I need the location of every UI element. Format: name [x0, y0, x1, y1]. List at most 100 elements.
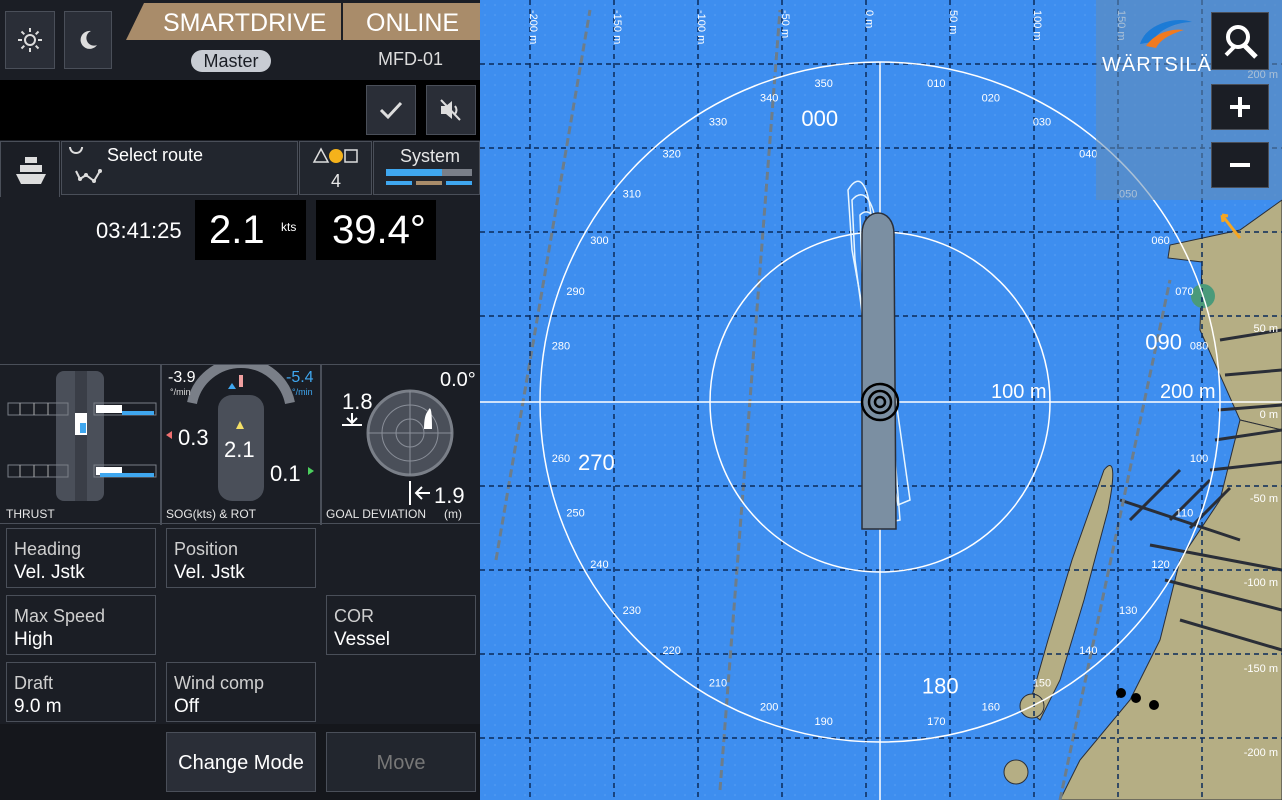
title-bar: SMARTDRIVE ONLINE	[126, 3, 480, 40]
acknowledge-button[interactable]	[366, 85, 416, 135]
tab-system[interactable]: System	[373, 141, 480, 195]
chart-map[interactable]: 0100200300400500600700801001101201301401…	[480, 0, 1282, 800]
mode-position[interactable]: Position Vel. Jstk	[166, 528, 316, 588]
bearing-label: 060	[1151, 235, 1169, 247]
route-icon	[69, 147, 102, 183]
right-tick-label: 0 m	[1260, 409, 1278, 421]
sog-value: 2.1	[224, 437, 255, 462]
goal-depth-value: 1.8	[342, 389, 373, 414]
top-tick-label: 50 m	[947, 10, 959, 34]
mode-cor[interactable]: COR Vessel	[326, 595, 476, 655]
ring-label-small: 100 m	[991, 381, 1047, 403]
speed-display: 2.1 kts	[195, 200, 306, 260]
speed-unit: kts	[281, 220, 297, 234]
bearing-label: 230	[623, 605, 641, 617]
station-label: MFD-01	[378, 49, 444, 69]
bearing-label: 190	[815, 716, 833, 728]
bearing-label: 120	[1151, 559, 1169, 571]
night-mode-button[interactable]	[64, 11, 112, 69]
ship-icon	[16, 157, 46, 184]
bearing-label: 340	[760, 92, 778, 104]
goal-angle-value: 0.0°	[440, 369, 476, 391]
vessel-shape[interactable]	[861, 212, 897, 530]
connection-status: ONLINE	[366, 9, 460, 37]
brand-label: SMARTDRIVE	[163, 9, 327, 37]
moon-icon	[80, 30, 97, 49]
wartsila-logo-icon	[1140, 20, 1192, 48]
top-tick-label: 0 m	[863, 10, 875, 28]
goal-lateral-value: 1.9	[434, 483, 465, 508]
bearing-label: 110	[1176, 508, 1194, 520]
speed-value: 2.1	[209, 208, 265, 252]
sun-icon	[18, 28, 42, 52]
target-count: 4	[331, 171, 342, 191]
right-tick-label: -100 m	[1244, 577, 1278, 589]
tab-vessel[interactable]	[0, 141, 60, 197]
rot-right-value: -5.4	[286, 369, 314, 386]
sog-rot-label: SOG(kts) & ROT	[166, 507, 256, 521]
top-tick-label: -50 m	[779, 10, 791, 38]
bearing-label: 200	[760, 701, 778, 713]
control-panel: SMARTDRIVE ONLINE Master MFD-01 Select r…	[0, 0, 480, 800]
right-tick-label: -150 m	[1244, 663, 1278, 675]
tab-targets[interactable]: 4	[299, 141, 372, 195]
tab-route[interactable]: Select route	[61, 141, 298, 195]
route-label: Select route	[107, 145, 204, 165]
bearing-label: 070	[1175, 286, 1193, 298]
mute-button[interactable]	[426, 85, 476, 135]
bearing-label: 310	[623, 189, 641, 201]
bearing-label: 150	[1033, 677, 1051, 689]
bearing-label: 030	[1033, 116, 1051, 128]
system-status-bar	[386, 169, 472, 176]
ring-label-big: 200 m	[1160, 381, 1216, 403]
cardinal-label: 000	[801, 106, 838, 131]
bearing-label: 100	[1190, 453, 1208, 465]
zoom-in-button[interactable]	[1211, 84, 1269, 130]
system-label: System	[400, 146, 461, 166]
rot-unit-right: °/min	[292, 387, 313, 397]
right-tick-label: 50 m	[1254, 323, 1278, 335]
mode-max-speed[interactable]: Max Speed High	[6, 595, 156, 655]
bearing-label: 260	[552, 453, 570, 465]
change-mode-button[interactable]: Change Mode	[166, 732, 316, 792]
thrust-gauge	[7, 371, 157, 501]
cardinal-label: 180	[922, 673, 959, 698]
cardinal-label: 270	[578, 450, 615, 475]
bearing-label: 130	[1119, 605, 1137, 617]
rot-unit-left: °/min	[170, 387, 191, 397]
cardinal-label: 090	[1145, 329, 1182, 354]
lateral-left-value: 0.3	[178, 425, 209, 450]
minus-icon	[1230, 163, 1250, 167]
bearing-label: 160	[982, 701, 1000, 713]
plus-icon	[1230, 97, 1250, 117]
mode-draft[interactable]: Draft 9.0 m	[6, 662, 156, 722]
bearing-label: 250	[566, 508, 584, 520]
right-tick-label: -200 m	[1244, 747, 1278, 759]
tools-button[interactable]	[1211, 12, 1269, 70]
bearing-label: 330	[709, 116, 727, 128]
bearing-label: 240	[590, 559, 608, 571]
mode-wind-comp[interactable]: Wind comp Off	[166, 662, 316, 722]
bearing-label: 040	[1079, 149, 1097, 161]
rot-left-value: -3.9	[168, 369, 196, 386]
bearing-label: 320	[663, 149, 681, 161]
mode-heading[interactable]: Heading Vel. Jstk	[6, 528, 156, 588]
heading-value: 39.4°	[332, 208, 426, 252]
top-tick-label: -200 m	[527, 10, 539, 44]
bearing-label: 170	[927, 716, 945, 728]
bearing-label: 140	[1079, 645, 1097, 657]
zoom-out-button[interactable]	[1211, 142, 1269, 188]
move-button[interactable]: Move	[326, 732, 476, 792]
goal-deviation-label: GOAL DEVIATION	[326, 507, 427, 521]
bearing-label: 010	[927, 78, 945, 90]
role-badge: Master	[191, 50, 271, 72]
bearing-label: 350	[815, 78, 833, 90]
top-tick-label: 100 m	[1031, 10, 1043, 41]
bearing-label: 290	[566, 286, 584, 298]
bearing-label: 210	[709, 677, 727, 689]
bearing-label: 300	[590, 235, 608, 247]
tools-icon	[1224, 25, 1258, 59]
day-mode-button[interactable]	[5, 11, 55, 69]
top-tick-label: -100 m	[695, 10, 707, 44]
bearing-label: 020	[982, 92, 1000, 104]
